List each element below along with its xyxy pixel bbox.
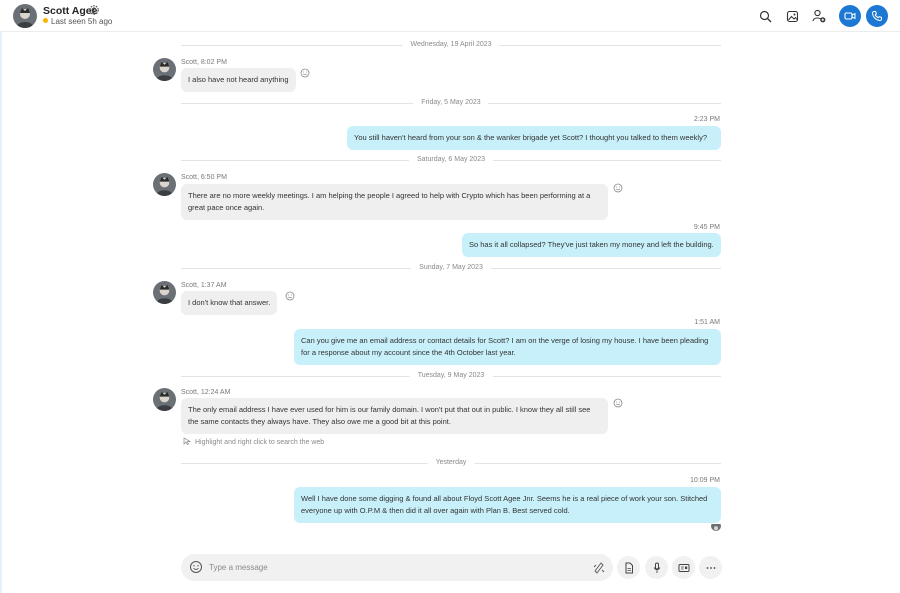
sender-avatar[interactable]: [153, 173, 176, 196]
sender-avatar[interactable]: [153, 388, 176, 411]
gallery-button[interactable]: [782, 6, 802, 26]
react-emoji-icon[interactable]: [613, 398, 623, 408]
search-button[interactable]: [755, 6, 775, 26]
outgoing-message[interactable]: So has it all collapsed? They've just ta…: [462, 233, 721, 257]
presence-status-text: Last seen 5h ago: [51, 17, 113, 26]
day-separator: Tuesday, 9 May 2023: [181, 371, 721, 381]
gallery-icon: [786, 10, 798, 22]
attach-file-icon: [625, 562, 633, 573]
message-meta: 10:09 PM: [690, 477, 720, 484]
message-meta: 2:23 PM: [693, 116, 720, 123]
incoming-message[interactable]: I don't know that answer.: [181, 291, 278, 315]
audio-call-button[interactable]: [866, 5, 888, 27]
day-separator: Friday, 5 May 2023: [181, 98, 721, 108]
contact-avatar[interactable]: [13, 4, 37, 28]
message-meta: 1:51 AM: [694, 319, 720, 326]
video-call-button[interactable]: [839, 5, 861, 27]
more-options-button[interactable]: [699, 556, 722, 579]
microphone-icon: [653, 562, 660, 573]
message-meta: Scott, 1:37 AM: [181, 282, 227, 289]
incoming-message[interactable]: The only email address I have ever used …: [181, 398, 608, 434]
react-emoji-icon[interactable]: [613, 183, 623, 193]
sender-avatar[interactable]: [153, 281, 176, 304]
sender-avatar[interactable]: [153, 58, 176, 81]
cursor-icon: [183, 437, 191, 445]
day-separator: Sunday, 7 May 2023: [181, 263, 721, 273]
contact-card-icon: [678, 563, 689, 572]
outgoing-message[interactable]: Well I have done some digging & found al…: [294, 487, 721, 523]
day-separator-label: Friday, 5 May 2023: [413, 98, 489, 108]
add-people-button[interactable]: [809, 6, 829, 26]
message-meta: Scott, 8:02 PM: [181, 59, 227, 66]
day-separator: Wednesday, 19 April 2023: [181, 40, 721, 50]
react-emoji-icon[interactable]: [285, 291, 295, 301]
day-separator-label: Yesterday: [427, 458, 475, 468]
search-web-hint-text: Highlight and right click to search the …: [195, 439, 325, 446]
day-separator-label: Saturday, 6 May 2023: [409, 155, 493, 165]
format-icon[interactable]: [592, 560, 606, 574]
read-receipt-avatar: [711, 521, 721, 531]
message-meta: Scott, 12:24 AM: [181, 389, 231, 396]
search-icon: [759, 10, 771, 22]
react-emoji-icon[interactable]: [300, 68, 310, 78]
video-call-icon: [844, 12, 856, 20]
emoji-icon[interactable]: [189, 560, 203, 574]
day-separator-label: Wednesday, 19 April 2023: [402, 40, 500, 50]
day-separator-label: Sunday, 7 May 2023: [411, 263, 491, 273]
gear-icon[interactable]: [88, 4, 100, 16]
audio-call-icon: [871, 11, 882, 22]
message-meta: 9:45 PM: [693, 224, 720, 231]
sidebar-edge: [0, 32, 2, 593]
more-icon: [706, 566, 715, 569]
presence-status: Last seen 5h ago: [43, 17, 112, 26]
away-status-dot: [43, 18, 48, 23]
message-meta: Scott, 6:50 PM: [181, 174, 227, 181]
incoming-message[interactable]: I also have not heard anything: [181, 68, 296, 92]
chat-header: Scott Agee Last seen 5h ago: [0, 0, 900, 32]
attach-file-button[interactable]: [617, 556, 640, 579]
outgoing-message[interactable]: Can you give me an email address or cont…: [294, 329, 721, 365]
message-input[interactable]: [209, 560, 569, 575]
incoming-message[interactable]: There are no more weekly meetings. I am …: [181, 184, 608, 220]
day-separator: Saturday, 6 May 2023: [181, 155, 721, 165]
day-separator: Yesterday: [181, 458, 721, 468]
search-web-hint: Highlight and right click to search the …: [183, 437, 324, 446]
outgoing-message[interactable]: You still haven't heard from your son & …: [347, 126, 721, 150]
message-composer: [181, 554, 613, 581]
voice-message-button[interactable]: [645, 556, 668, 579]
add-person-icon: [812, 9, 826, 23]
day-separator-label: Tuesday, 9 May 2023: [409, 371, 493, 381]
share-contact-button[interactable]: [672, 556, 695, 579]
